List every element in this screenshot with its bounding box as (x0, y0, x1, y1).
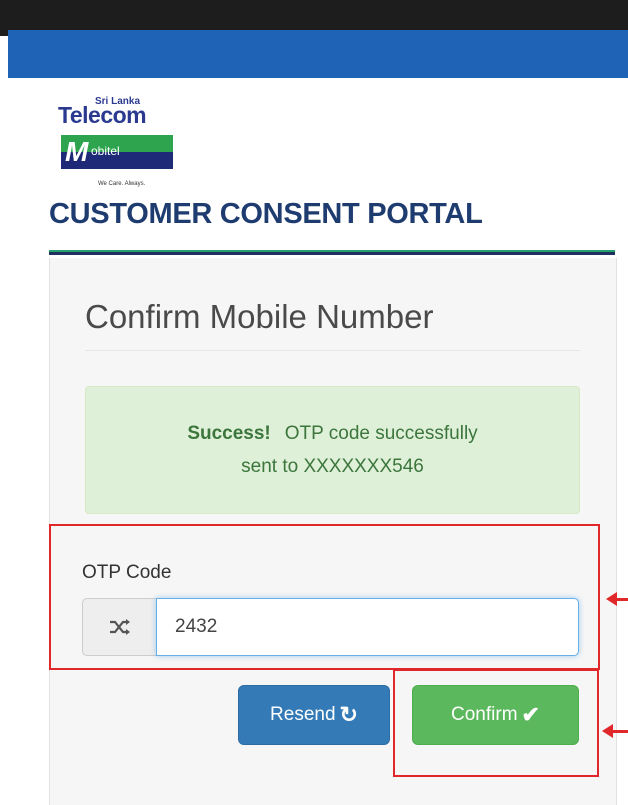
otp-arrow-icon (606, 592, 628, 606)
resend-button[interactable]: Resend ↻ (238, 685, 390, 745)
success-alert: Success! OTP code successfully sent to XX… (85, 386, 580, 514)
portal-title: CUSTOMER CONSENT PORTAL (49, 198, 483, 230)
card-title-rule (85, 350, 580, 351)
logo-tagline: We Care. Always. (98, 181, 146, 187)
confirm-highlight-box (393, 669, 599, 777)
alert-line-1: Success! OTP code successfully (86, 423, 579, 445)
resend-label: Resend (270, 704, 336, 725)
alert-strong: Success! (187, 423, 271, 444)
logo-telecom: Telecom (58, 102, 147, 128)
telecom-mobitel-logo: Sri Lanka Telecom M obitel We Care. Alwa… (58, 97, 178, 189)
alert-message: OTP code successfully (284, 423, 478, 444)
card-title: Confirm Mobile Number (85, 298, 434, 335)
logo-mobitel: M obitel (61, 135, 173, 169)
navbar (8, 30, 628, 78)
alert-line-2: sent to XXXXXXX546 (241, 456, 424, 477)
refresh-icon: ↻ (339, 702, 358, 727)
logo-mobitel-m: M (65, 136, 89, 167)
otp-highlight-box (49, 524, 600, 670)
confirm-arrow-icon (602, 724, 628, 738)
logo-mobitel-rest: obitel (91, 144, 120, 158)
header-divider (49, 250, 615, 255)
